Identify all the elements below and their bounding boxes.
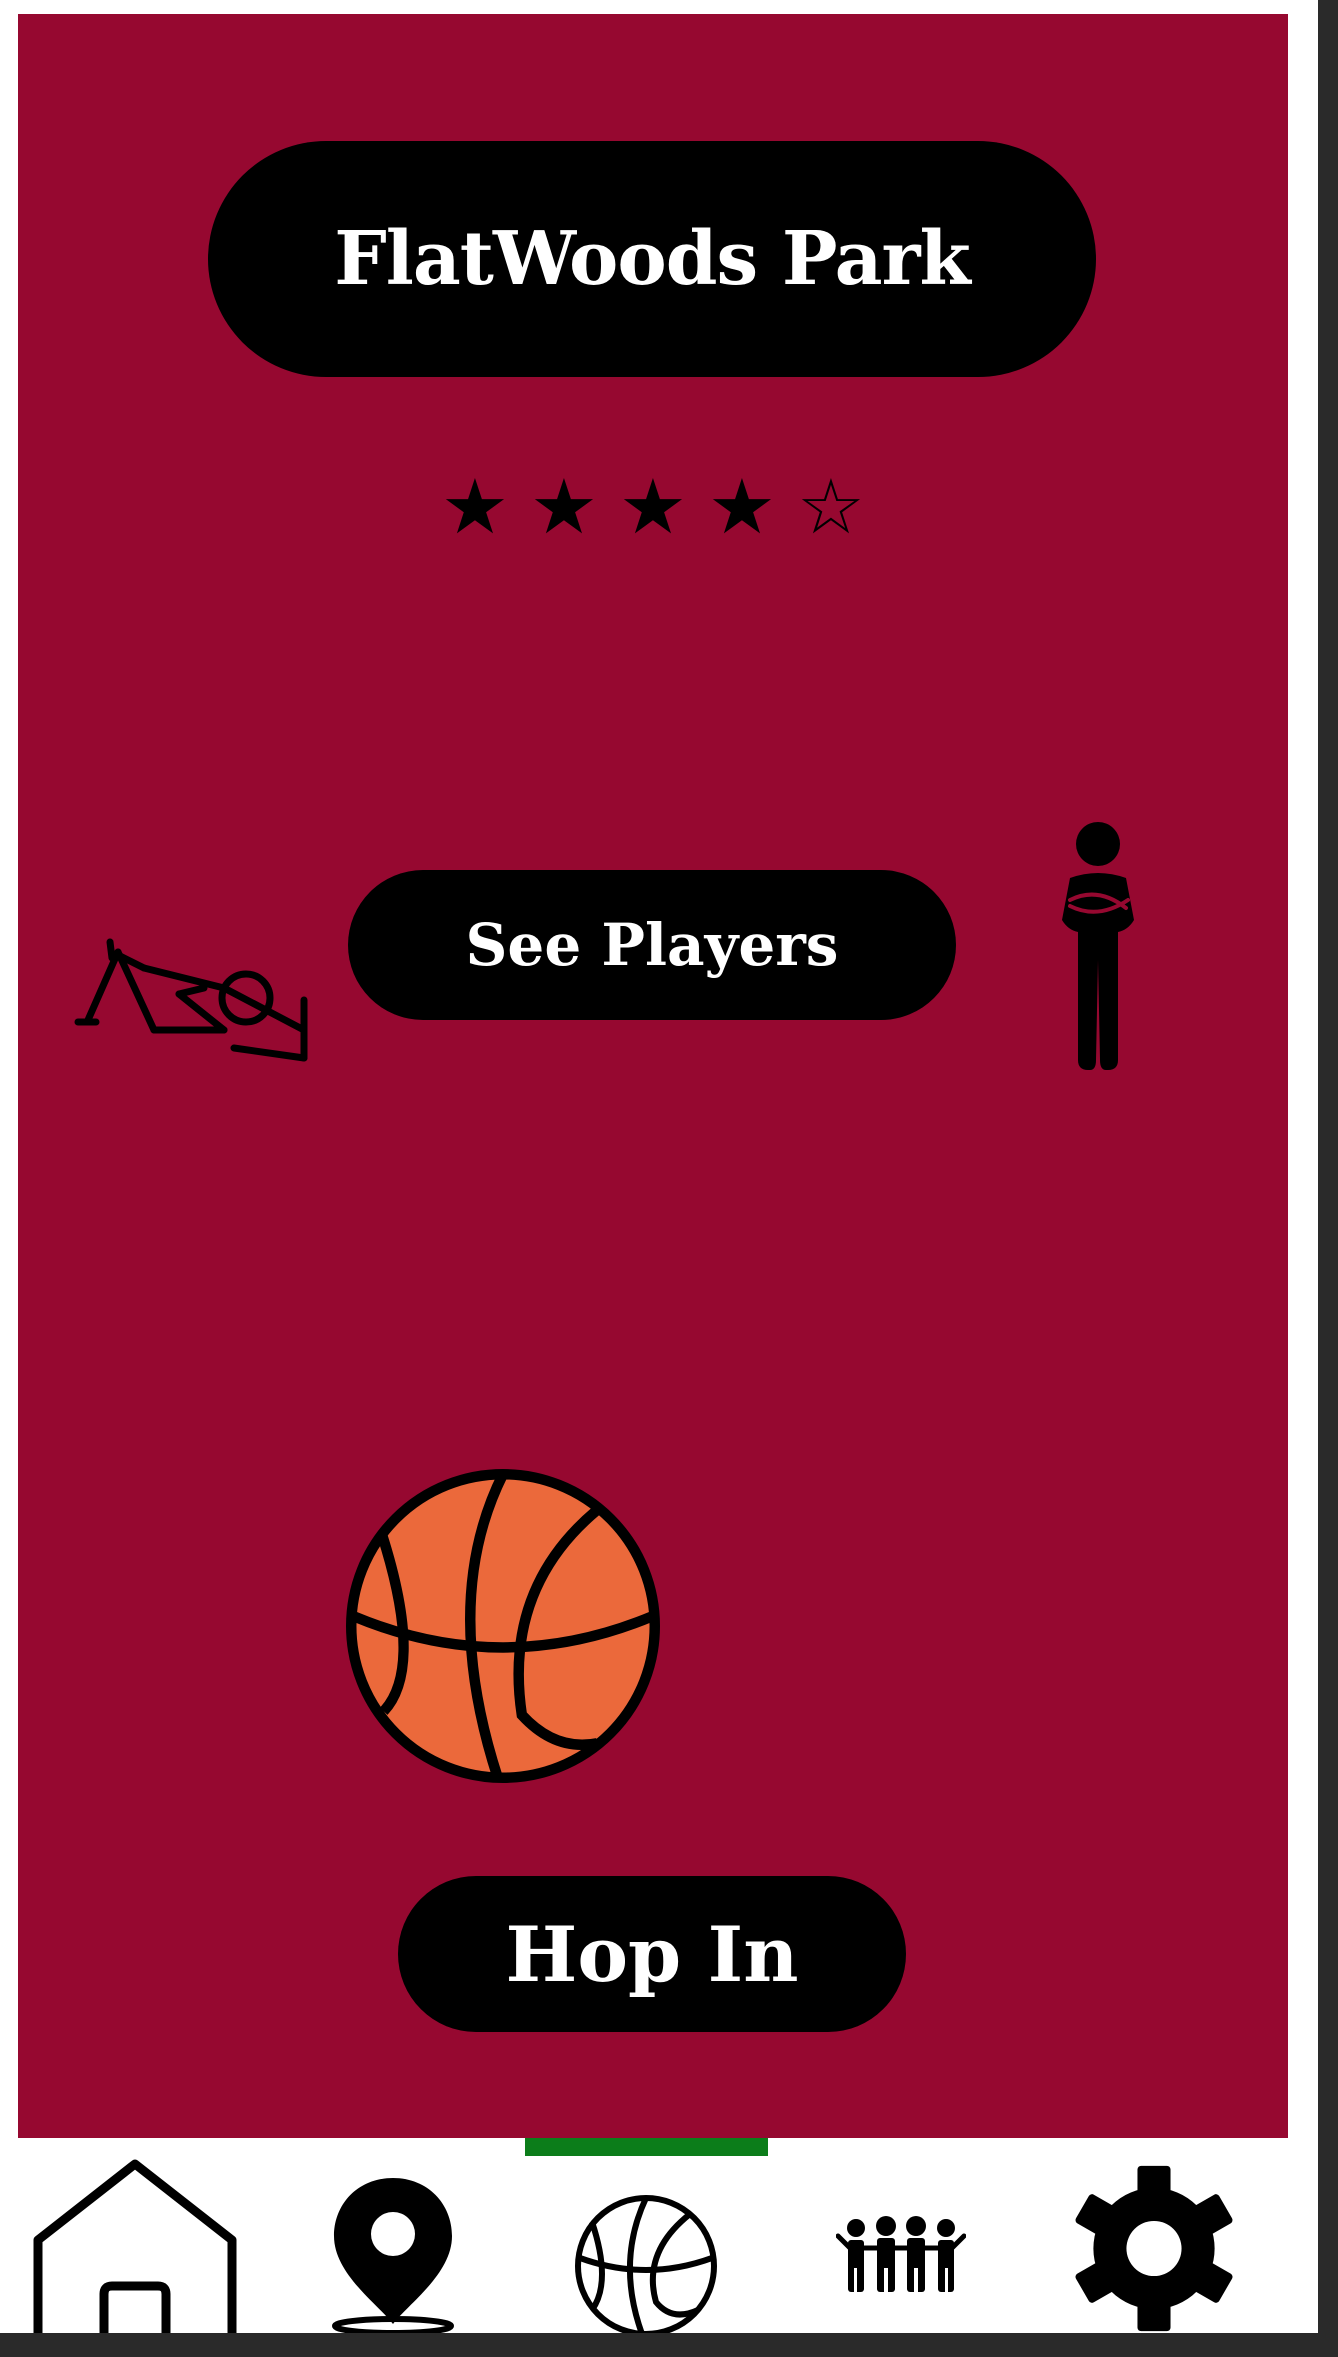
standing-player-icon bbox=[1062, 822, 1134, 1070]
hop-in-label: Hop In bbox=[505, 1909, 799, 1999]
window-scrollbar[interactable] bbox=[1318, 0, 1338, 2357]
star-icon-2: ★ bbox=[529, 462, 599, 551]
see-players-label: See Players bbox=[465, 911, 839, 979]
window-bottom-edge bbox=[0, 2333, 1338, 2357]
see-players-button[interactable]: See Players bbox=[348, 870, 956, 1020]
nav-active-indicator bbox=[525, 2138, 768, 2156]
hop-in-button[interactable]: Hop In bbox=[398, 1876, 906, 2032]
home-icon[interactable] bbox=[32, 2158, 238, 2333]
court-title: FlatWoods Park bbox=[208, 141, 1096, 377]
group-icon[interactable] bbox=[836, 2216, 966, 2296]
star-icon-5: ☆ bbox=[796, 462, 866, 551]
star-icon-4: ★ bbox=[707, 462, 777, 551]
basketball-icon bbox=[346, 1469, 660, 1783]
star-icon-3: ★ bbox=[618, 462, 688, 551]
reclining-player-icon bbox=[74, 938, 308, 1062]
gear-icon[interactable] bbox=[1062, 2164, 1246, 2333]
court-title-text: FlatWoods Park bbox=[334, 216, 971, 302]
basketball-nav-icon[interactable] bbox=[572, 2192, 720, 2333]
star-icon-1: ★ bbox=[440, 462, 510, 551]
court-screen: FlatWoods Park ★ ★ ★ ★ ☆ See Players Hop… bbox=[18, 14, 1288, 2138]
star-rating: ★ ★ ★ ★ ☆ bbox=[18, 469, 1288, 545]
map-pin-icon[interactable] bbox=[328, 2174, 458, 2333]
